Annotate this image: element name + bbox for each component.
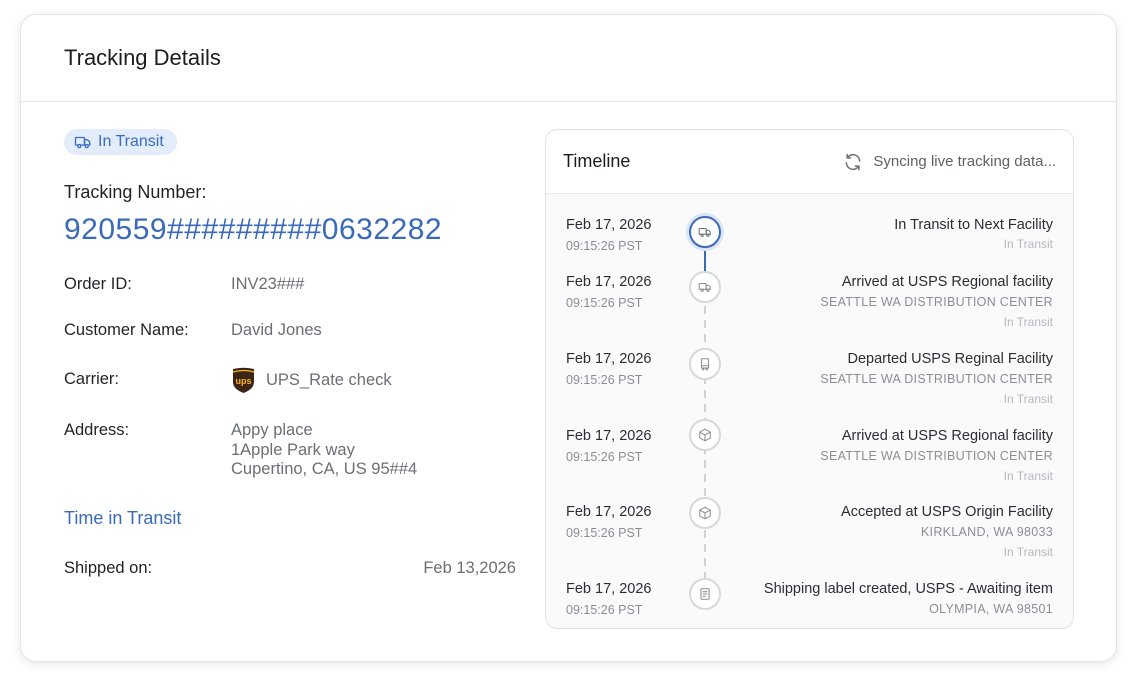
shipment-info: In Transit Tracking Number: 920559######… [64,129,516,578]
event-time: 09:15:26 PST [566,526,643,540]
time-in-transit-title: Time in Transit [64,507,182,528]
customer-name-label: Customer Name: [64,320,189,339]
event-time: 09:15:26 PST [566,296,643,310]
timeline-body: Feb 17, 2026 09:15:26 PST In Transit to … [546,194,1073,628]
event-date: Feb 17, 2026 [566,351,652,367]
shipped-on-row: Shipped on: Feb 13,2026 [64,559,516,578]
refresh-icon [845,153,861,170]
timeline-header: Timeline Syncing live tracking data... [546,130,1073,194]
ups-logo: ups [232,367,255,393]
event-details: In Transit to Next Facility In Transit [894,217,1053,251]
event-details: Departed USPS Reginal Facility SEATTLE W… [820,351,1053,406]
timeline-panel[interactable]: Timeline Syncing live tracking data... F… [545,129,1074,629]
event-status: In Transit [1003,392,1053,406]
event-node [689,497,721,529]
address-value: Appy place 1Apple Park way Cupertino, CA… [231,421,417,480]
address-line-3: Cupertino, CA, US 95##4 [231,460,418,478]
event-location: SEATTLE WA DISTRIBUTION CENTER [820,449,1053,463]
truck-icon [698,227,711,237]
sync-status-text: Syncing live tracking data... [873,153,1056,170]
event-time: 09:15:26 PST [566,373,643,387]
event-location: OLYMPIA, WA 98501 [929,602,1053,616]
ups-logo-text: ups [235,376,251,386]
event-title: Shipping label created, USPS - Awaiting … [763,581,1053,597]
event-details: Arrived at USPS Regional facility SEATTL… [820,274,1053,329]
event-date: Feb 17, 2026 [566,217,652,233]
event-details: Arrived at USPS Regional facility SEATTL… [820,428,1053,483]
carrier-value: ups UPS_Rate check [231,367,392,394]
event-node-active [689,216,721,248]
event-details: Accepted at USPS Origin Facility KIRKLAN… [841,504,1053,559]
package-icon [699,428,711,442]
event-title: Departed USPS Reginal Facility [847,351,1053,367]
address-row: Address: Appy place 1Apple Park way Cupe… [64,421,516,480]
event-status: In Transit [1003,315,1053,329]
timeline-title: Timeline [563,151,631,171]
status-badge: In Transit [64,129,177,155]
event-status: In Transit [1003,545,1053,559]
address-line-1: Appy place [231,421,313,439]
tracking-number-value: 920559#########0632282 [64,213,443,246]
event-status: In Transit [1003,469,1053,483]
carrier-label: Carrier: [64,370,120,388]
card-header: Tracking Details [21,15,1116,102]
event-date: Feb 17, 2026 [566,274,652,290]
event-title: In Transit to Next Facility [894,217,1053,233]
address-line-2: 1Apple Park way [231,440,355,459]
address-label: Address: [64,421,130,439]
event-time: 09:15:26 PST [566,603,643,617]
label-icon [700,588,710,600]
event-node [689,271,721,303]
event-time: 09:15:26 PST [566,450,643,464]
event-date: Feb 17, 2026 [566,504,652,520]
event-node [689,348,721,380]
truck-icon [698,282,711,292]
event-title: Arrived at USPS Regional facility [841,274,1053,290]
tracking-details-card: Tracking Details In Transit Tracking Num… [20,14,1117,662]
event-location: KIRKLAND, WA 98033 [920,525,1053,539]
page-title: Tracking Details [64,45,221,70]
event-title: Accepted at USPS Origin Facility [841,504,1053,520]
customer-name-value: David Jones [231,320,322,339]
sync-status: Syncing live tracking data... [843,152,1056,172]
carrier-row: Carrier: ups UPS_Rate check [64,367,516,394]
event-title: Arrived at USPS Regional facility [841,428,1053,444]
package-icon [699,506,711,520]
shipped-on-label: Shipped on: [64,558,153,577]
customer-name-row: Customer Name: David Jones [64,321,516,341]
event-details: Shipping label created, USPS - Awaiting … [764,581,1053,616]
truck-icon [74,136,91,149]
event-node [689,578,721,610]
order-id-row: Order ID: INV23### [64,275,516,295]
event-date: Feb 17, 2026 [566,428,652,444]
event-status: In Transit [1003,237,1053,251]
status-badge-label: In Transit [98,133,164,150]
event-date: Feb 17, 2026 [566,581,652,597]
tracking-number-label: Tracking Number: [64,182,207,202]
cart-icon [700,358,710,371]
event-time: 09:15:26 PST [566,239,643,253]
order-id-value: INV23### [231,275,305,293]
event-node [689,419,721,451]
carrier-name: UPS_Rate check [266,370,392,389]
shipped-on-value: Feb 13,2026 [423,558,516,577]
event-location: SEATTLE WA DISTRIBUTION CENTER [820,372,1053,386]
order-id-label: Order ID: [64,275,132,293]
event-location: SEATTLE WA DISTRIBUTION CENTER [820,295,1053,309]
